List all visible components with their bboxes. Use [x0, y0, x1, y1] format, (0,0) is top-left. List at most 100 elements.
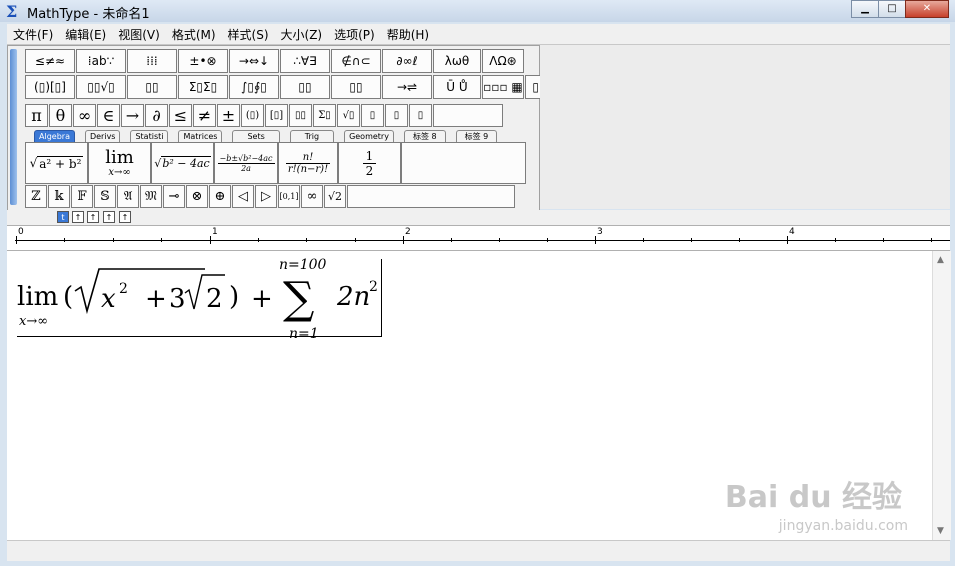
menu-options[interactable]: 选项(P) — [328, 24, 381, 44]
palette-spaces[interactable]: ⁞ab∵ — [76, 49, 126, 73]
symbol-theta[interactable]: θ — [49, 104, 72, 127]
palette-relations[interactable]: ≤≠≈ — [25, 49, 75, 73]
palette-labeled-arrows[interactable]: →⇌ — [382, 75, 432, 99]
minimize-button[interactable]: ▁ — [851, 0, 879, 18]
ruler-tick — [931, 238, 932, 242]
symbol-neq[interactable]: ≠ — [193, 104, 216, 127]
template-brackets[interactable]: [▯] — [265, 104, 288, 127]
template-parentheses[interactable]: (▯) — [241, 104, 264, 127]
symbol-infinity-2[interactable]: ∞ — [301, 185, 323, 208]
template-binomial[interactable]: n! r!(n−r)! — [278, 142, 338, 184]
template-superscript[interactable]: ▯ — [361, 104, 384, 127]
equation-box[interactable]: lim x→∞ ( x 2 + 3 2 ) + n=100 ∑ n=1 2n 2 — [17, 257, 382, 342]
symbol-pi[interactable]: π — [25, 104, 48, 127]
symbol-circled-times[interactable]: ⊗ — [186, 185, 208, 208]
template-one-half[interactable]: 1 2 — [338, 142, 401, 184]
palette-subscripts[interactable]: ▯▯ — [127, 75, 177, 99]
template-empty-slot[interactable] — [401, 142, 526, 184]
eq-lim: lim — [17, 282, 58, 312]
menu-help[interactable]: 帮助(H) — [381, 24, 435, 44]
symbol-plus-minus[interactable]: ± — [217, 104, 240, 127]
symbol-leq[interactable]: ≤ — [169, 104, 192, 127]
template-sqrt-sum-squares[interactable]: √ a² + b² — [25, 142, 88, 184]
template-limit[interactable]: lim x→∞ — [88, 142, 151, 184]
symbol-infinity[interactable]: ∞ — [73, 104, 96, 127]
symbol-fraktur-m[interactable]: 𝔐 — [140, 185, 162, 208]
mini-button-5[interactable]: ↑ — [119, 211, 131, 223]
tab-derivs[interactable]: Derivs — [84, 130, 121, 142]
mini-button-1[interactable]: t — [57, 211, 69, 223]
symbol-closed-interval[interactable]: [0,1] — [278, 185, 300, 208]
tab-trig[interactable]: Trig — [289, 130, 335, 142]
template-fraction[interactable]: ▯▯ — [289, 104, 312, 127]
toolbar-grip[interactable] — [10, 49, 17, 205]
template-sub-superscript[interactable]: ▯ — [409, 104, 432, 127]
template-quadratic-formula[interactable]: −b±√b²−4ac 2a — [214, 142, 278, 184]
tab-label-8[interactable]: 标签 8 — [403, 130, 446, 142]
symbol-blackboard-k[interactable]: 𝕜 — [48, 185, 70, 208]
symbol-blackboard-f[interactable]: 𝔽 — [71, 185, 93, 208]
palette-arrows[interactable]: →⇔↓ — [229, 49, 279, 73]
palette-integrals[interactable]: ∫▯∮▯ — [229, 75, 279, 99]
symbol-circled-plus[interactable]: ⊕ — [209, 185, 231, 208]
mini-button-2[interactable]: ↑ — [72, 211, 84, 223]
close-button[interactable]: ✕ — [905, 0, 949, 18]
symbol-partial[interactable]: ∂ — [145, 104, 168, 127]
symbol-integers[interactable]: ℤ — [25, 185, 47, 208]
palette-embellishments[interactable]: ⁞⁞⁞ — [127, 49, 177, 73]
palette-logic[interactable]: ∴∀∃ — [280, 49, 330, 73]
palette-greek-lower[interactable]: λωθ — [433, 49, 481, 73]
template-sum[interactable]: Σ▯ — [313, 104, 336, 127]
mini-button-4[interactable]: ↑ — [103, 211, 115, 223]
menu-view[interactable]: 视图(V) — [112, 24, 166, 44]
tab-matrices[interactable]: Matrices — [178, 130, 223, 142]
symbol-blackboard-s[interactable]: 𝕊 — [94, 185, 116, 208]
palette-boxes[interactable]: ▯▯ — [331, 75, 381, 99]
tab-algebra[interactable]: Algebra — [34, 130, 75, 142]
quick-symbol-empty-slot[interactable] — [433, 104, 503, 127]
palette-matrices[interactable]: ▫▫▫ ▦ — [482, 75, 524, 99]
symbol-right-arrow[interactable]: → — [121, 104, 144, 127]
tab-sets[interactable]: Sets — [232, 130, 280, 142]
menu-file[interactable]: 文件(F) — [7, 24, 59, 44]
template-sqrt[interactable]: √▯ — [337, 104, 360, 127]
menu-style[interactable]: 样式(S) — [222, 24, 275, 44]
palette-misc[interactable]: ∂∞ℓ — [382, 49, 432, 73]
eq-term-exponent: 2 — [369, 279, 378, 295]
palette-sets[interactable]: ∉∩⊂ — [331, 49, 381, 73]
palette-fences[interactable]: (▯)[▯] — [25, 75, 75, 99]
ruler-tick — [306, 238, 307, 242]
symbol-element-of[interactable]: ∈ — [97, 104, 120, 127]
ruler-tick — [835, 238, 836, 242]
mini-button-3[interactable]: ↑ — [87, 211, 99, 223]
palette-fractions-radicals[interactable]: ▯▯√▯ — [76, 75, 126, 99]
ruler-tick — [403, 236, 404, 244]
symbol-right-triangle[interactable]: ▷ — [255, 185, 277, 208]
palette-products[interactable]: Ū Ů — [433, 75, 481, 99]
template-row: √ a² + b² lim x→∞ √ b² − 4ac −b±√b²−4ac 2a… — [25, 142, 526, 184]
symbol-multimap[interactable]: ⊸ — [163, 185, 185, 208]
palette-bars[interactable]: ▯▯ — [280, 75, 330, 99]
tab-label-9[interactable]: 标签 9 — [455, 130, 498, 142]
maximize-button[interactable]: □ — [878, 0, 906, 18]
palette-summations[interactable]: Σ▯Σ▯ — [178, 75, 228, 99]
tab-statistics[interactable]: Statisti — [130, 130, 169, 142]
symbol-left-triangle[interactable]: ◁ — [232, 185, 254, 208]
symbol-fraktur-a[interactable]: 𝔄 — [117, 185, 139, 208]
template-sqrt-discriminant[interactable]: √ b² − 4ac — [151, 142, 214, 184]
scroll-down-icon[interactable]: ▼ — [937, 526, 944, 536]
template-subscript[interactable]: ▯ — [385, 104, 408, 127]
symbol-sqrt-two[interactable]: √2 — [324, 185, 346, 208]
template-disc-text: b² − 4ac — [161, 156, 211, 170]
vertical-scrollbar[interactable]: ▲ ▼ — [932, 251, 951, 540]
palette-greek-upper[interactable]: ΛΩ⊛ — [482, 49, 524, 73]
equation-editor-area[interactable]: lim x→∞ ( x 2 + 3 2 ) + n=100 ∑ n=1 2n 2… — [7, 251, 932, 540]
ruler-tick — [113, 238, 114, 242]
tab-geometry[interactable]: Geometry — [344, 130, 394, 142]
bottom-row-empty-slot[interactable] — [347, 185, 515, 208]
menu-format[interactable]: 格式(M) — [166, 24, 222, 44]
menu-size[interactable]: 大小(Z) — [275, 24, 329, 44]
palette-operators[interactable]: ±•⊗ — [178, 49, 228, 73]
scroll-up-icon[interactable]: ▲ — [937, 255, 944, 265]
menu-edit[interactable]: 编辑(E) — [59, 24, 112, 44]
